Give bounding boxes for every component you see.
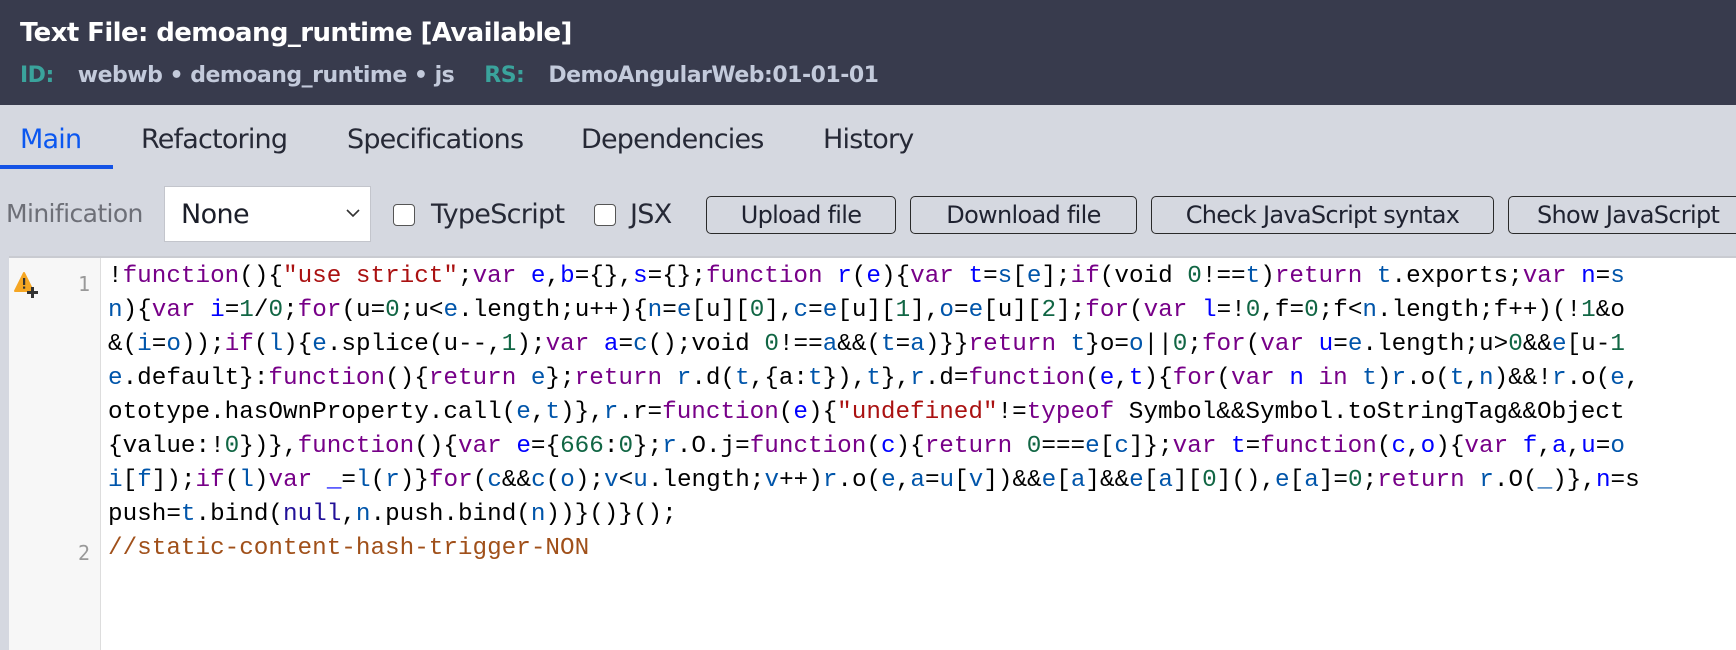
check-javascript-syntax-button[interactable]: Check JavaScript syntax bbox=[1151, 196, 1494, 234]
show-javascript-button[interactable]: Show JavaScript bbox=[1508, 196, 1736, 234]
line-number: 1 bbox=[77, 272, 90, 296]
code-line: {value:!0})},function(){var e={666:0};r.… bbox=[108, 433, 1625, 460]
tab-history[interactable]: History bbox=[823, 124, 914, 155]
code-line: n){var i=1/0;for(u=0;u<e.length;u++){n=e… bbox=[108, 297, 1625, 324]
jsx-label: JSX bbox=[630, 199, 672, 230]
typescript-label: TypeScript bbox=[431, 199, 565, 230]
jsx-checkbox[interactable] bbox=[594, 204, 616, 226]
download-file-button[interactable]: Download file bbox=[910, 196, 1137, 234]
active-tab-indicator bbox=[0, 165, 113, 169]
code-line: &(i=o));if(l){e.splice(u--,1);var a=c();… bbox=[108, 331, 1625, 358]
code-line: push=t.bind(null,n.push.bind(n))}()}(); bbox=[108, 501, 677, 528]
id-label: ID: bbox=[20, 63, 54, 88]
tab-main[interactable]: Main bbox=[20, 124, 82, 155]
id-value: webwb • demoang_runtime • js bbox=[77, 63, 455, 88]
page-title: Text File: demoang_runtime [Available] bbox=[20, 18, 572, 48]
chevron-down-icon bbox=[346, 209, 360, 218]
tab-bar: Main Refactoring Specifications Dependen… bbox=[0, 105, 1736, 171]
upload-file-button[interactable]: Upload file bbox=[706, 196, 896, 234]
minification-label: Minification bbox=[6, 199, 143, 228]
code-line: e.default}:function(){return e};return r… bbox=[108, 365, 1640, 392]
header: Text File: demoang_runtime [Available] I… bbox=[0, 0, 1736, 105]
typescript-checkbox[interactable] bbox=[393, 204, 415, 226]
code-line: !function(){"use strict";var e,b={},s={}… bbox=[108, 263, 1625, 290]
tab-dependencies[interactable]: Dependencies bbox=[581, 124, 764, 155]
code-line-comment: //static-content-hash-trigger-NON bbox=[108, 535, 590, 562]
rs-value: DemoAngularWeb:01-01-01 bbox=[548, 63, 879, 88]
tab-specifications[interactable]: Specifications bbox=[347, 124, 524, 155]
code-line: i[f]);if(l)var _=l(r)}for(c&&c(o);v<u.le… bbox=[108, 467, 1640, 494]
tab-refactoring[interactable]: Refactoring bbox=[141, 124, 288, 155]
rs-label: RS: bbox=[484, 63, 525, 88]
id-row: ID: webwb • demoang_runtime • js RS: DemoAn… bbox=[20, 63, 908, 88]
code-editor[interactable]: 1 2 !function(){"use strict";var e,b={},… bbox=[9, 256, 1736, 650]
warning-icon[interactable] bbox=[13, 270, 43, 300]
minification-select[interactable]: None bbox=[164, 186, 371, 242]
code-content[interactable]: !function(){"use strict";var e,b={},s={}… bbox=[108, 258, 1640, 562]
code-line: ototype.hasOwnProperty.call(e,t)},r.r=fu… bbox=[108, 399, 1625, 426]
line-number: 2 bbox=[77, 541, 90, 565]
minification-value: None bbox=[181, 199, 250, 230]
editor-gutter: 1 2 bbox=[9, 258, 101, 650]
